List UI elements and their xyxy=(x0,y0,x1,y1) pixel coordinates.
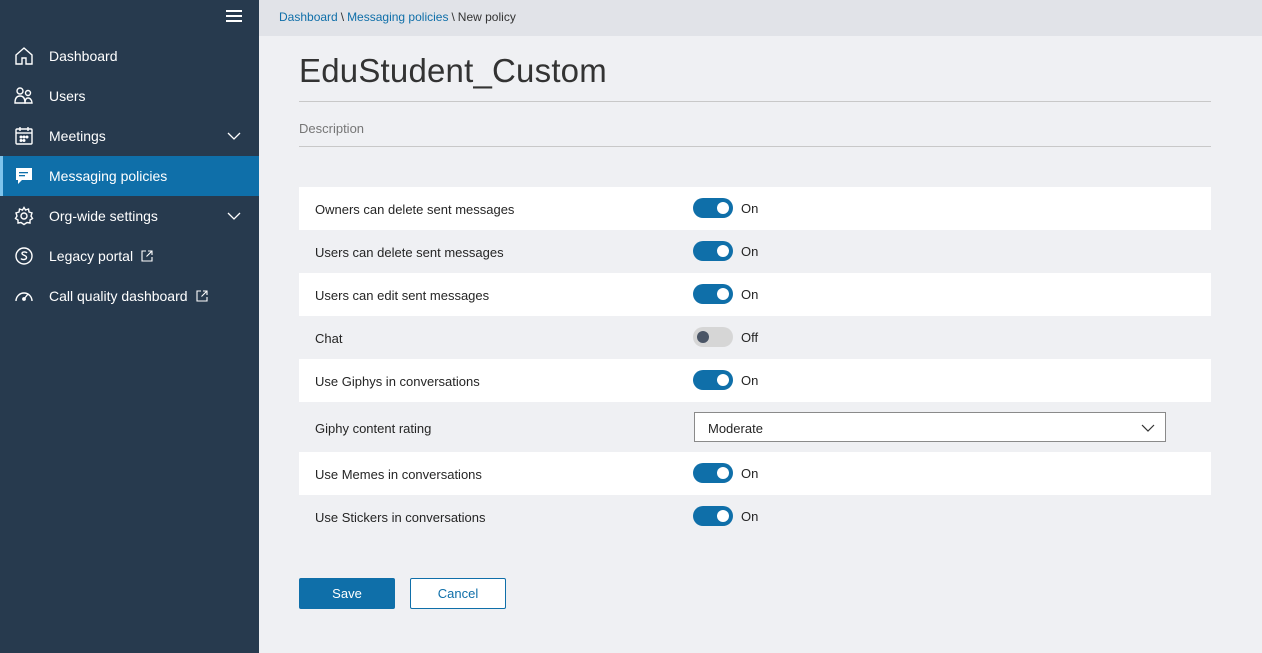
cancel-button[interactable]: Cancel xyxy=(410,578,506,609)
setting-label: Owners can delete sent messages xyxy=(315,202,515,217)
breadcrumb-bar: Dashboard \ Messaging policies \ New policy xyxy=(259,0,1262,36)
users-edit-toggle[interactable] xyxy=(693,284,733,304)
sidebar-item-label: Users xyxy=(49,88,86,104)
calendar-icon xyxy=(15,127,33,145)
setting-row-users-delete: Users can delete sent messages On xyxy=(299,230,1211,273)
sidebar-item-call-quality-dashboard[interactable]: Call quality dashboard xyxy=(0,276,259,316)
sidebar-nav: Dashboard Users Meetings Messaging polic… xyxy=(0,36,259,316)
sidebar-item-text: Legacy portal xyxy=(49,248,134,264)
setting-label: Chat xyxy=(315,331,343,346)
gauge-icon xyxy=(15,292,33,302)
toggle-knob xyxy=(717,202,729,214)
save-button[interactable]: Save xyxy=(299,578,395,609)
breadcrumb-separator: \ xyxy=(340,10,345,24)
users-delete-toggle[interactable] xyxy=(693,241,733,261)
breadcrumb: Dashboard \ Messaging policies \ New policy xyxy=(279,10,516,24)
external-link-icon xyxy=(141,250,153,262)
setting-label: Use Stickers in conversations xyxy=(315,510,486,525)
sidebar-item-label: Messaging policies xyxy=(49,168,168,184)
setting-label: Users can edit sent messages xyxy=(315,288,490,303)
toggle-knob xyxy=(697,331,709,343)
setting-label: Use Giphys in conversations xyxy=(315,374,480,389)
description-field[interactable]: Description xyxy=(299,121,364,136)
breadcrumb-messaging-policies[interactable]: Messaging policies xyxy=(347,10,448,24)
setting-row-users-edit: Users can edit sent messages On xyxy=(299,273,1211,316)
sidebar-item-users[interactable]: Users xyxy=(0,76,259,116)
toggle-state: On xyxy=(741,287,759,302)
giphys-toggle[interactable] xyxy=(693,370,733,390)
breadcrumb-current: New policy xyxy=(457,10,516,24)
toggle-state: Off xyxy=(741,330,759,345)
chevron-down-icon xyxy=(1141,424,1155,432)
breadcrumb-dashboard[interactable]: Dashboard xyxy=(279,10,338,24)
hamburger-icon[interactable] xyxy=(224,7,244,25)
stickers-toggle[interactable] xyxy=(693,506,733,526)
chat-toggle[interactable] xyxy=(693,327,733,347)
toggle-knob xyxy=(717,374,729,386)
external-link-icon xyxy=(195,290,208,302)
chat-icon xyxy=(16,168,32,184)
sidebar: Dashboard Users Meetings Messaging polic… xyxy=(0,0,259,653)
sidebar-item-dashboard[interactable]: Dashboard xyxy=(0,36,259,76)
sidebar-item-legacy-portal[interactable]: Legacy portal xyxy=(0,236,259,276)
setting-row-giphy-rating: Giphy content rating Moderate xyxy=(299,402,1211,452)
toggle-state: On xyxy=(741,373,759,388)
policy-name-field[interactable]: EduStudent_Custom xyxy=(299,52,607,90)
toggle-state: On xyxy=(741,201,759,216)
chevron-down-icon[interactable] xyxy=(227,129,241,143)
toggle-state: On xyxy=(741,466,759,481)
memes-toggle[interactable] xyxy=(693,463,733,483)
gear-icon xyxy=(14,206,34,226)
toggle-knob xyxy=(717,510,729,522)
owners-delete-toggle[interactable] xyxy=(693,198,733,218)
sidebar-item-label: Legacy portal xyxy=(49,248,153,264)
home-icon xyxy=(15,47,33,65)
setting-row-giphys: Use Giphys in conversations On xyxy=(299,359,1211,402)
sidebar-item-label: Org-wide settings xyxy=(49,208,158,224)
users-icon xyxy=(14,87,33,104)
setting-row-owners-delete: Owners can delete sent messages On xyxy=(299,187,1211,230)
settings-list: Owners can delete sent messages On Users… xyxy=(299,187,1211,538)
setting-label: Giphy content rating xyxy=(315,421,432,436)
sidebar-item-label: Call quality dashboard xyxy=(49,288,208,304)
toggle-state: On xyxy=(741,509,759,524)
toggle-knob xyxy=(717,245,729,257)
sidebar-item-meetings[interactable]: Meetings xyxy=(0,116,259,156)
description-underline xyxy=(299,146,1211,147)
setting-label: Users can delete sent messages xyxy=(315,245,504,260)
title-underline xyxy=(299,101,1211,102)
select-value: Moderate xyxy=(708,421,763,436)
sidebar-item-label: Meetings xyxy=(49,128,106,144)
sidebar-item-messaging-policies[interactable]: Messaging policies xyxy=(0,156,259,196)
toggle-knob xyxy=(717,288,729,300)
setting-row-memes: Use Memes in conversations On xyxy=(299,452,1211,495)
sidebar-item-org-wide-settings[interactable]: Org-wide settings xyxy=(0,196,259,236)
setting-label: Use Memes in conversations xyxy=(315,467,482,482)
chevron-down-icon[interactable] xyxy=(227,209,241,223)
setting-row-chat: Chat Off xyxy=(299,316,1211,359)
sidebar-item-label: Dashboard xyxy=(49,48,118,64)
sidebar-item-text: Call quality dashboard xyxy=(49,288,188,304)
skype-icon xyxy=(15,247,33,265)
setting-row-stickers: Use Stickers in conversations On xyxy=(299,495,1211,538)
giphy-rating-select[interactable]: Moderate xyxy=(694,412,1166,442)
breadcrumb-separator: \ xyxy=(451,10,455,24)
toggle-state: On xyxy=(741,244,759,259)
toggle-knob xyxy=(717,467,729,479)
